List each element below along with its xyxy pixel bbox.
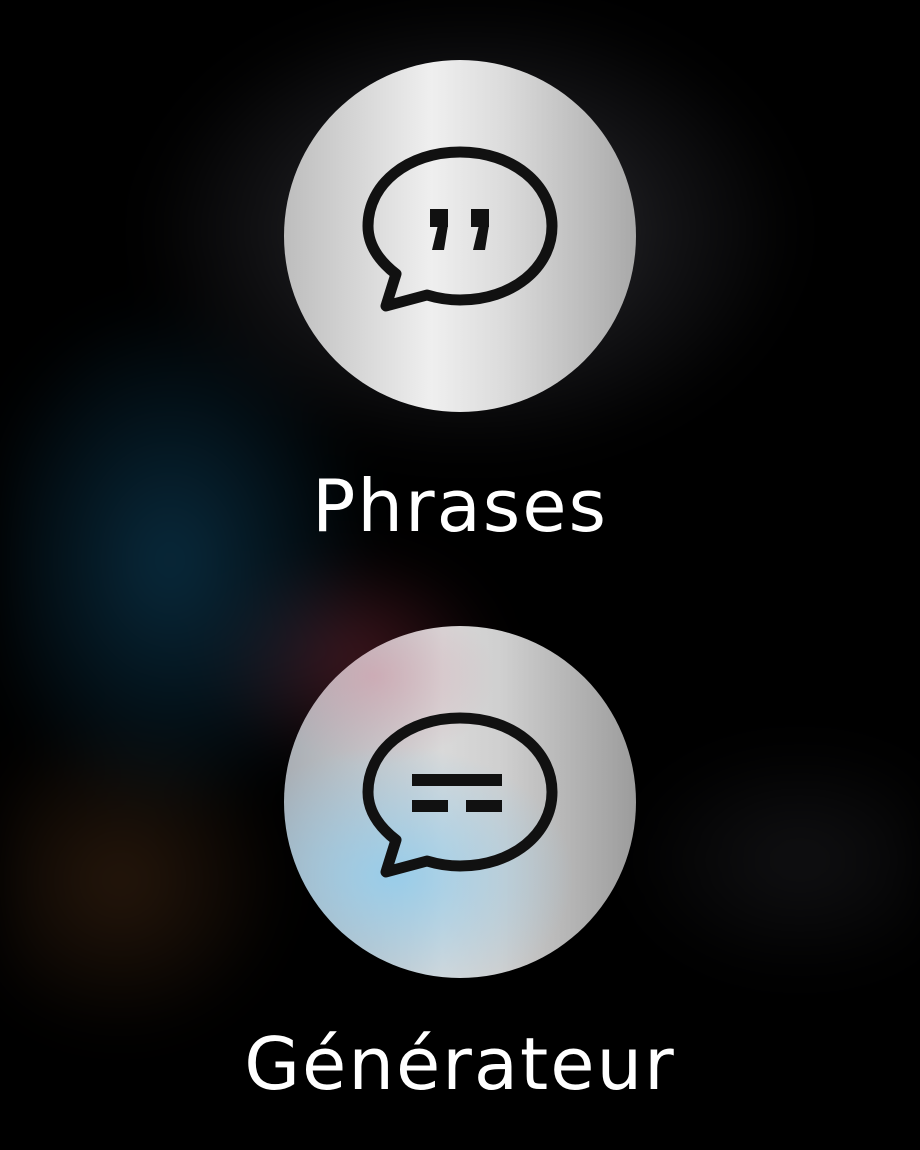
- generateur-label: Générateur: [244, 1022, 676, 1106]
- text-lines-bubble-icon: [362, 712, 558, 878]
- generateur-button[interactable]: [284, 626, 636, 978]
- quote-bubble-icon: [362, 146, 558, 312]
- phrases-action: Phrases: [0, 60, 920, 542]
- watch-screen: Phrases Générateur: [0, 0, 920, 1150]
- phrases-button[interactable]: [284, 60, 636, 412]
- phrases-label: Phrases: [311, 464, 609, 548]
- generateur-action: Générateur: [0, 626, 920, 1100]
